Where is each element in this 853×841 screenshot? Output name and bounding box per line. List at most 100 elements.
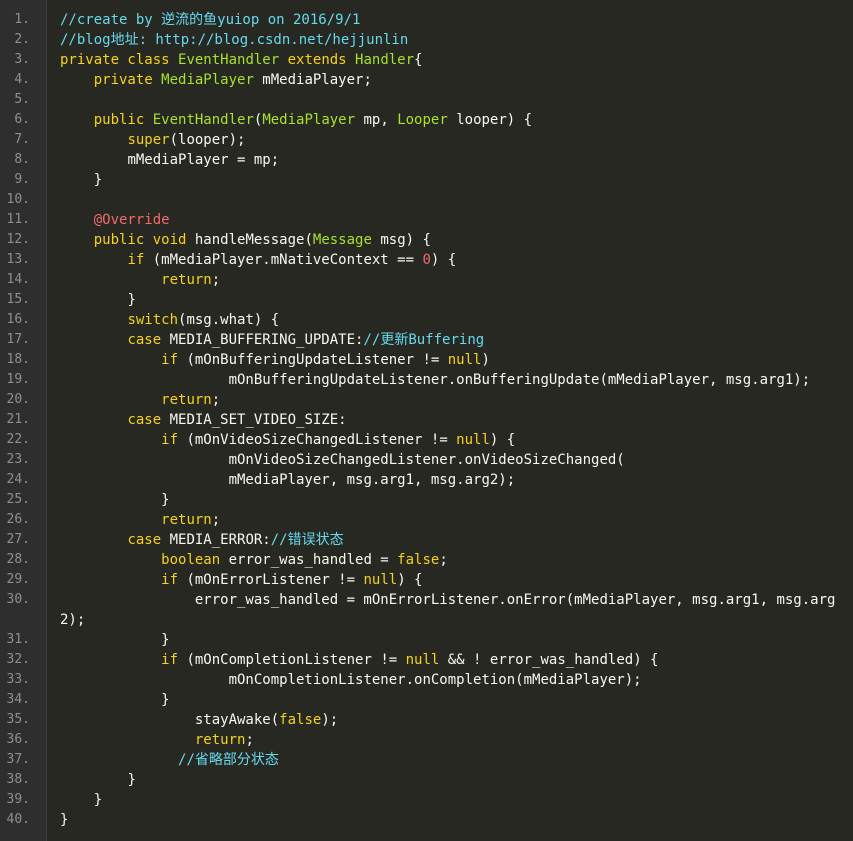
line-number: 12. xyxy=(6,232,30,247)
code-token: if xyxy=(161,572,187,588)
code-token: mp, xyxy=(355,112,398,128)
code-line[interactable]: 14. return; xyxy=(0,270,853,290)
code-line[interactable]: 7. super(looper); xyxy=(0,130,853,150)
code-line[interactable]: 30. error_was_handled = mOnErrorListener… xyxy=(0,590,853,630)
code-line[interactable]: 20. return; xyxy=(0,390,853,410)
code-line[interactable]: 39. } xyxy=(0,790,853,810)
code-text: } xyxy=(60,690,849,710)
code-text: public EventHandler(MediaPlayer mp, Loop… xyxy=(60,110,849,130)
code-token: ; xyxy=(211,272,221,288)
code-line[interactable]: 26. return; xyxy=(0,510,853,530)
code-line[interactable]: 9. } xyxy=(0,170,853,190)
code-line[interactable]: 6. public EventHandler(MediaPlayer mp, L… xyxy=(0,110,853,130)
line-number: 4. xyxy=(14,72,30,87)
line-number: 36. xyxy=(6,732,30,747)
code-token: } xyxy=(60,492,170,508)
code-token: ; xyxy=(211,512,221,528)
code-token: case xyxy=(127,332,170,348)
code-line[interactable]: 13. if (mMediaPlayer.mNativeContext == 0… xyxy=(0,250,853,270)
code-line[interactable]: 17. case MEDIA_BUFFERING_UPDATE://更新Buff… xyxy=(0,330,853,350)
code-line[interactable]: 1. //create by 逆流的鱼yuiop on 2016/9/1 xyxy=(0,10,853,30)
code-text: } xyxy=(60,290,849,310)
code-editor[interactable]: 1. //create by 逆流的鱼yuiop on 2016/9/1 2. //b… xyxy=(0,0,853,841)
line-number: 20. xyxy=(6,392,30,407)
code-token: MediaPlayer xyxy=(262,112,356,128)
code-line[interactable]: 8. mMediaPlayer = mp; xyxy=(0,150,853,170)
code-token: MEDIA_SET_VIDEO_SIZE: xyxy=(169,412,347,428)
line-number: 3. xyxy=(14,52,30,67)
code-line[interactable]: 37. //省略部分状态 xyxy=(0,750,853,770)
code-line[interactable]: 16. switch(msg.what) { xyxy=(0,310,853,330)
line-number: 16. xyxy=(6,312,30,327)
code-token: ) xyxy=(481,352,490,368)
code-line[interactable]: 18. if (mOnBufferingUpdateListener != nu… xyxy=(0,350,853,370)
code-text: } xyxy=(60,770,849,790)
code-token: error_was_handled = xyxy=(228,552,398,568)
line-number: 7. xyxy=(14,132,30,147)
code-line[interactable]: 25. } xyxy=(0,490,853,510)
code-token: case xyxy=(127,412,170,428)
code-line[interactable]: 11. @Override xyxy=(0,210,853,230)
code-line[interactable]: 40.} xyxy=(0,810,853,830)
line-number: 27. xyxy=(6,532,30,547)
line-number: 11. xyxy=(6,212,30,227)
code-line[interactable]: 23. mOnVideoSizeChangedListener.onVideoS… xyxy=(0,450,853,470)
code-line[interactable]: 21. case MEDIA_SET_VIDEO_SIZE: xyxy=(0,410,853,430)
code-token: private class xyxy=(60,52,179,68)
code-line[interactable]: 33. mOnCompletionListener.onCompletion(m… xyxy=(0,670,853,690)
code-line[interactable]: 27. case MEDIA_ERROR://错误状态 xyxy=(0,530,853,550)
code-token: public void xyxy=(93,232,195,248)
code-token: (mOnVideoSizeChangedListener != xyxy=(186,432,457,448)
code-line[interactable]: 5. xyxy=(0,90,853,110)
line-number: 31. xyxy=(6,632,30,647)
code-line[interactable]: 12. public void handleMessage(Message ms… xyxy=(0,230,853,250)
code-text: private MediaPlayer mMediaPlayer; xyxy=(60,70,849,90)
code-line[interactable]: 2. //blog地址: http://blog.csdn.net/hejjunl… xyxy=(0,30,853,50)
code-token: error_was_handled = mOnErrorListener.onE… xyxy=(60,592,836,628)
code-line[interactable]: 3. private class EventHandler extends Han… xyxy=(0,50,853,70)
code-token: MediaPlayer xyxy=(161,72,254,88)
code-token: null xyxy=(456,432,490,448)
code-line[interactable]: 36. return; xyxy=(0,730,853,750)
code-line[interactable]: 29. if (mOnErrorListener != null) { xyxy=(0,570,853,590)
code-line[interactable]: 31. } xyxy=(0,630,853,650)
code-line[interactable]: 22. if (mOnVideoSizeChangedListener != n… xyxy=(0,430,853,450)
code-line[interactable]: 4. private MediaPlayer mMediaPlayer; xyxy=(0,70,853,90)
code-token: false xyxy=(397,552,440,568)
code-text: case MEDIA_ERROR://错误状态 xyxy=(60,530,849,550)
code-line[interactable]: 38. } xyxy=(0,770,853,790)
code-token: return xyxy=(161,272,212,288)
line-number: 39. xyxy=(6,792,30,807)
line-number: 25. xyxy=(6,492,30,507)
line-number: 19. xyxy=(6,372,30,387)
code-line[interactable]: 32. if (mOnCompletionListener != null &&… xyxy=(0,650,853,670)
code-line[interactable]: 24. mMediaPlayer, msg.arg1, msg.arg2); xyxy=(0,470,853,490)
code-line[interactable]: 35. stayAwake(false); xyxy=(0,710,853,730)
code-token: @Override xyxy=(93,212,170,228)
code-token: ) { xyxy=(489,432,516,448)
code-token: extends xyxy=(279,52,356,68)
code-token: //blog地址: http://blog.csdn.net/hejjunlin xyxy=(60,32,409,48)
code-line[interactable]: 15. } xyxy=(0,290,853,310)
code-line[interactable]: 10. xyxy=(0,190,853,210)
code-line[interactable]: 19. mOnBufferingUpdateListener.onBufferi… xyxy=(0,370,853,390)
code-token: ; xyxy=(439,552,448,568)
code-token: && ! error_was_handled) { xyxy=(439,652,659,668)
code-text: if (mOnErrorListener != null) { xyxy=(60,570,849,590)
code-token: } xyxy=(60,292,136,308)
code-text: switch(msg.what) { xyxy=(60,310,849,330)
line-number: 6. xyxy=(14,112,30,127)
line-number: 9. xyxy=(14,172,30,187)
code-lines[interactable]: 1. //create by 逆流的鱼yuiop on 2016/9/1 2. //b… xyxy=(0,10,853,830)
line-number: 34. xyxy=(6,692,30,707)
code-line[interactable]: 34. } xyxy=(0,690,853,710)
code-line[interactable]: 28. boolean error_was_handled = false; xyxy=(0,550,853,570)
